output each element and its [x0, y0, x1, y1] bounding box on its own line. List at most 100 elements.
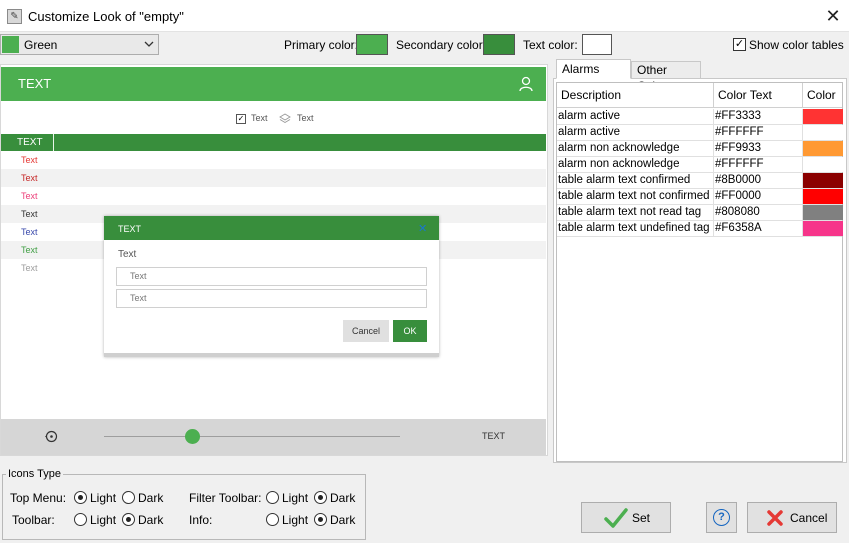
preview-column-divider: [53, 134, 54, 151]
cell-color-swatch[interactable]: [803, 109, 843, 124]
filter-toolbar-light-radio[interactable]: [266, 491, 279, 504]
info-label: Info:: [189, 513, 213, 527]
theme-color-swatch: [2, 36, 19, 53]
close-icon: ✕: [418, 223, 428, 235]
window-title: Customize Look of "empty": [28, 9, 184, 24]
preview-footer: [1, 419, 546, 455]
help-button[interactable]: ?: [706, 502, 737, 533]
preview-slider-knob: [185, 429, 200, 444]
cell-color-swatch[interactable]: [803, 189, 843, 204]
cell-color-text: #FF9933: [714, 141, 803, 157]
table-row[interactable]: table alarm text not confirmed #FF0000: [557, 189, 843, 205]
preview-table-row: Text: [1, 151, 546, 169]
table-row[interactable]: table alarm text confirmed #8B0000: [557, 173, 843, 189]
chevron-down-icon: [143, 37, 155, 54]
red-x-icon: [766, 509, 784, 530]
cell-description: alarm non acknowledge: [557, 141, 714, 157]
set-button[interactable]: Set: [581, 502, 671, 533]
toolbar-label: Toolbar:: [12, 513, 55, 527]
top-menu-dark-radio[interactable]: [122, 491, 135, 504]
history-icon: [44, 429, 59, 444]
toolbar-dark-label: Dark: [138, 513, 164, 527]
toolbar-light-radio[interactable]: [74, 513, 87, 526]
tab-alarms-colors[interactable]: Alarms Colors: [556, 59, 631, 94]
text-color-label: Text color:: [523, 38, 578, 52]
preview-dialog-cancel-button: Cancel: [343, 320, 389, 342]
cell-color-text: #808080: [714, 205, 803, 221]
toolbar-dark-radio[interactable]: [122, 513, 135, 526]
cell-color-text: #FFFFFF: [714, 125, 803, 141]
tab-other-colors[interactable]: Other Colors: [631, 61, 701, 93]
column-header-color[interactable]: Color: [803, 83, 842, 108]
secondary-color-swatch[interactable]: [483, 34, 515, 55]
filter-toolbar-label: Filter Toolbar:: [189, 491, 262, 505]
cell-color-swatch[interactable]: [803, 173, 843, 188]
filter-toolbar-light-label: Light: [282, 491, 309, 505]
cancel-button[interactable]: Cancel: [747, 502, 837, 533]
cell-description: alarm active: [557, 125, 714, 141]
secondary-color-label: Secondary color:: [396, 38, 487, 52]
filter-toolbar-dark-label: Dark: [330, 491, 356, 505]
cell-color-text: #FF0000: [714, 189, 803, 205]
user-icon: [519, 76, 533, 92]
icons-type-title: Icons Type: [6, 468, 63, 480]
checkmark-icon: [604, 507, 628, 532]
column-header-description[interactable]: Description: [557, 83, 714, 108]
table-row[interactable]: alarm non acknowledge #FFFFFF: [557, 157, 843, 173]
show-color-tables-checkbox[interactable]: ✓: [733, 38, 746, 51]
preview-table-header: [1, 134, 546, 151]
top-menu-light-radio[interactable]: [74, 491, 87, 504]
preview-dialog-header: [104, 216, 439, 240]
info-dark-radio[interactable]: [314, 513, 327, 526]
preview-dialog-input-1: Text: [116, 267, 427, 286]
preview-dialog-bottom-bar: [104, 353, 439, 357]
cell-color-swatch[interactable]: [803, 141, 843, 156]
preview-table-header-text: TEXT: [17, 137, 43, 148]
column-header-color-text[interactable]: Color Text: [714, 83, 803, 108]
preview-slider-track: [104, 436, 400, 437]
table-row[interactable]: table alarm text undefined tag #F6358A: [557, 221, 843, 237]
cell-color-text: #FFFFFF: [714, 157, 803, 173]
toolbar-light-label: Light: [90, 513, 117, 527]
filter-toolbar-dark-radio[interactable]: [314, 491, 327, 504]
cell-description: table alarm text confirmed: [557, 173, 714, 189]
preview-filter-text-2: Text: [297, 113, 314, 123]
preview-dialog-input-2: Text: [116, 289, 427, 308]
preview-header: [1, 67, 546, 101]
cell-description: alarm non acknowledge: [557, 157, 714, 173]
preview-footer-text: TEXT: [482, 431, 506, 441]
layers-icon: [279, 113, 291, 125]
cell-color-swatch[interactable]: [803, 205, 843, 220]
cell-color-swatch[interactable]: [803, 221, 843, 236]
cancel-button-label: Cancel: [790, 511, 828, 525]
show-color-tables-label: Show color tables: [749, 38, 844, 52]
table-row[interactable]: table alarm text not read tag #808080: [557, 205, 843, 221]
table-row[interactable]: alarm non acknowledge #FF9933: [557, 141, 843, 157]
preview-table-row: Text: [1, 169, 546, 187]
top-menu-label: Top Menu:: [10, 491, 67, 505]
cell-color-text: #8B0000: [714, 173, 803, 189]
primary-color-swatch[interactable]: [356, 34, 388, 55]
text-color-swatch[interactable]: [582, 34, 612, 55]
primary-color-label: Primary color:: [284, 38, 359, 52]
preview-header-text: TEXT: [18, 76, 52, 91]
preview-table-row: Text: [1, 187, 546, 205]
preview-filter-text-1: Text: [251, 113, 268, 123]
table-row[interactable]: alarm active #FF3333: [557, 109, 843, 125]
cell-color-swatch[interactable]: [803, 157, 843, 172]
cell-description: table alarm text not confirmed: [557, 189, 714, 205]
theme-select[interactable]: Green: [0, 34, 159, 55]
cell-color-text: #FF3333: [714, 109, 803, 125]
table-row[interactable]: alarm active #FFFFFF: [557, 125, 843, 141]
cell-color-swatch[interactable]: [803, 125, 843, 140]
top-menu-light-label: Light: [90, 491, 117, 505]
theme-select-value: Green: [24, 38, 58, 52]
close-icon[interactable]: ✕: [822, 5, 844, 27]
preview-checkbox: ✓: [236, 114, 246, 124]
info-light-radio[interactable]: [266, 513, 279, 526]
preview-dialog-title: TEXT: [118, 224, 142, 234]
alarm-colors-table: Description Color Text Color alarm activ…: [556, 82, 843, 462]
cell-color-text: #F6358A: [714, 221, 803, 237]
info-dark-label: Dark: [330, 513, 356, 527]
set-button-label: Set: [632, 511, 651, 525]
